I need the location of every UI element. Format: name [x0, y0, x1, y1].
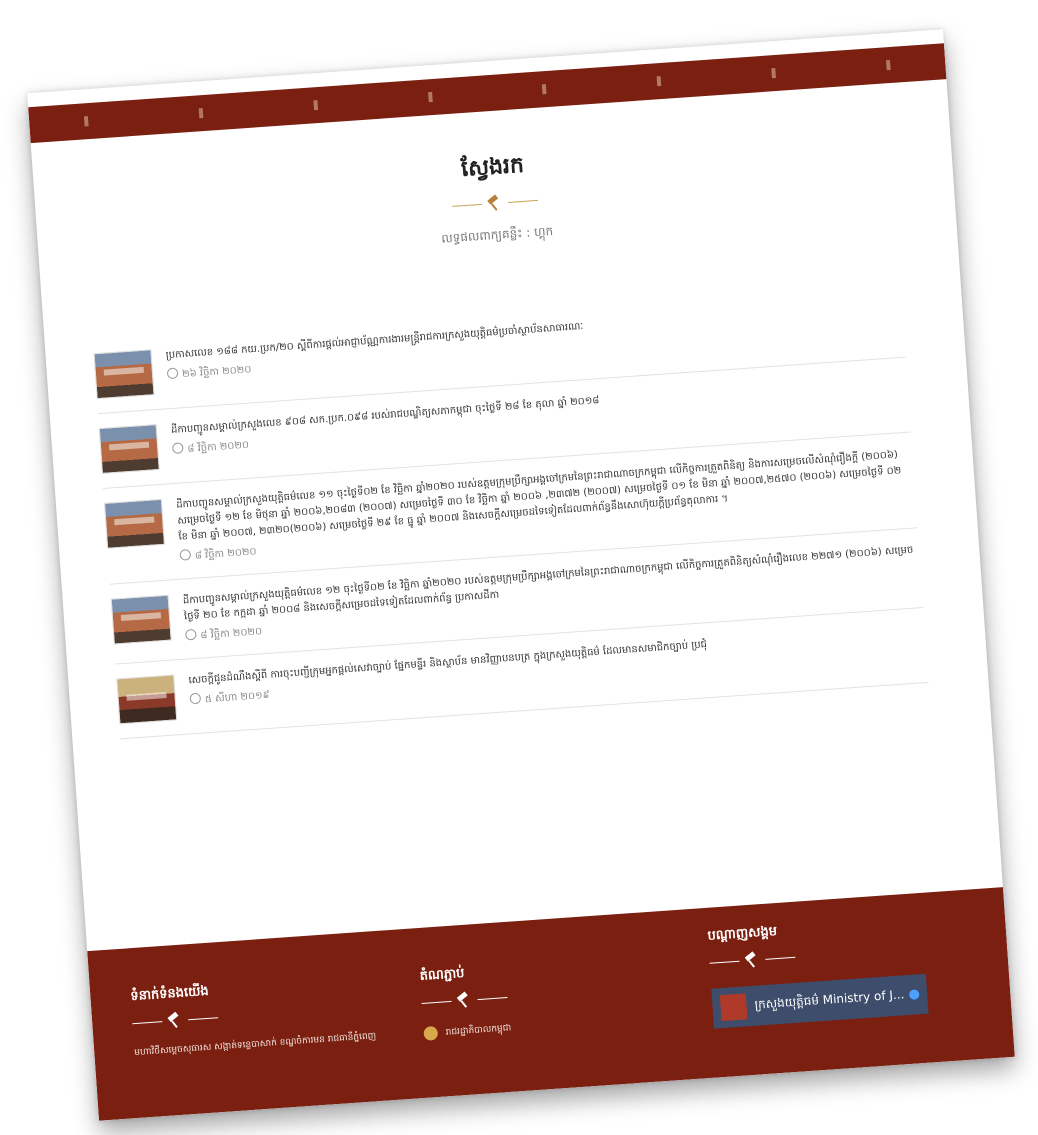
- footer-social-column: បណ្ដាញសង្គម ក្រសួងយុត្តិធម៌ Ministry of …: [707, 913, 929, 1029]
- nav-item[interactable]: [198, 108, 204, 119]
- footer-links-title: តំណភ្ជាប់: [419, 965, 465, 985]
- footer-link-item[interactable]: រាជរដ្ឋាភិបាលកម្ពុជា: [423, 1021, 512, 1042]
- nav-item[interactable]: [885, 60, 891, 71]
- facebook-page-thumbnail[interactable]: [719, 993, 748, 1022]
- footer-links-column: តំណភ្ជាប់ រាជរដ្ឋាភិបាលកម្ពុជា: [419, 962, 512, 1041]
- nav-item[interactable]: [771, 68, 776, 79]
- footer-address: មហាវិថីសម្ដេចសុធារស សង្កាត់ទន្លេបាសាក់ ខ…: [134, 1031, 377, 1059]
- footer-contact-column: ទំនាក់ទំនងយើង មហាវិថីសម្ដេចសុធារស សង្កាត…: [130, 971, 377, 1060]
- page-header: ស្វែងរក លទ្ធផលពាក្យគន្លឹះ : ហ្គុក: [34, 121, 956, 277]
- facebook-page-widget[interactable]: ក្រសួងយុត្តិធម៌ Ministry of J...: [711, 973, 929, 1029]
- clock-icon: [189, 692, 202, 705]
- site-footer: ទំនាក់ទំនងយើង មហាវិថីសម្ដេចសុធារស សង្កាត…: [87, 887, 1015, 1121]
- seal-icon: [423, 1025, 439, 1041]
- clock-icon: [184, 628, 197, 641]
- facebook-page-name[interactable]: ក្រសួងយុត្តិធម៌ Ministry of J...: [754, 986, 910, 1015]
- result-thumbnail[interactable]: [116, 674, 178, 725]
- search-results-list: ប្រកាសលេខ ១៨៨ កយ.ប្រក/២០ ស្ដីពីការផ្ដល់អ…: [92, 282, 929, 740]
- nav-item[interactable]: [656, 76, 662, 87]
- result-thumbnail[interactable]: [103, 498, 166, 549]
- nav-item[interactable]: [542, 84, 547, 95]
- clock-icon: [166, 367, 179, 380]
- result-thumbnail[interactable]: [110, 594, 172, 645]
- result-thumbnail[interactable]: [93, 349, 155, 400]
- page-sheet: ស្វែងរក លទ្ធផលពាក្យគន្លឹះ : ហ្គុក ប្រកាស…: [27, 29, 1015, 1121]
- gavel-icon: [455, 991, 474, 1008]
- clock-icon: [171, 442, 184, 455]
- gavel-icon: [166, 1012, 185, 1029]
- top-navigation-bar[interactable]: [28, 43, 947, 144]
- nav-item[interactable]: [427, 92, 433, 103]
- result-thumbnail[interactable]: [98, 424, 160, 474]
- nav-item[interactable]: [84, 116, 90, 127]
- gavel-icon: [485, 194, 504, 211]
- clock-icon: [179, 548, 192, 561]
- gavel-icon: [743, 951, 762, 968]
- globe-icon: [908, 989, 920, 1000]
- nav-item[interactable]: [313, 100, 318, 111]
